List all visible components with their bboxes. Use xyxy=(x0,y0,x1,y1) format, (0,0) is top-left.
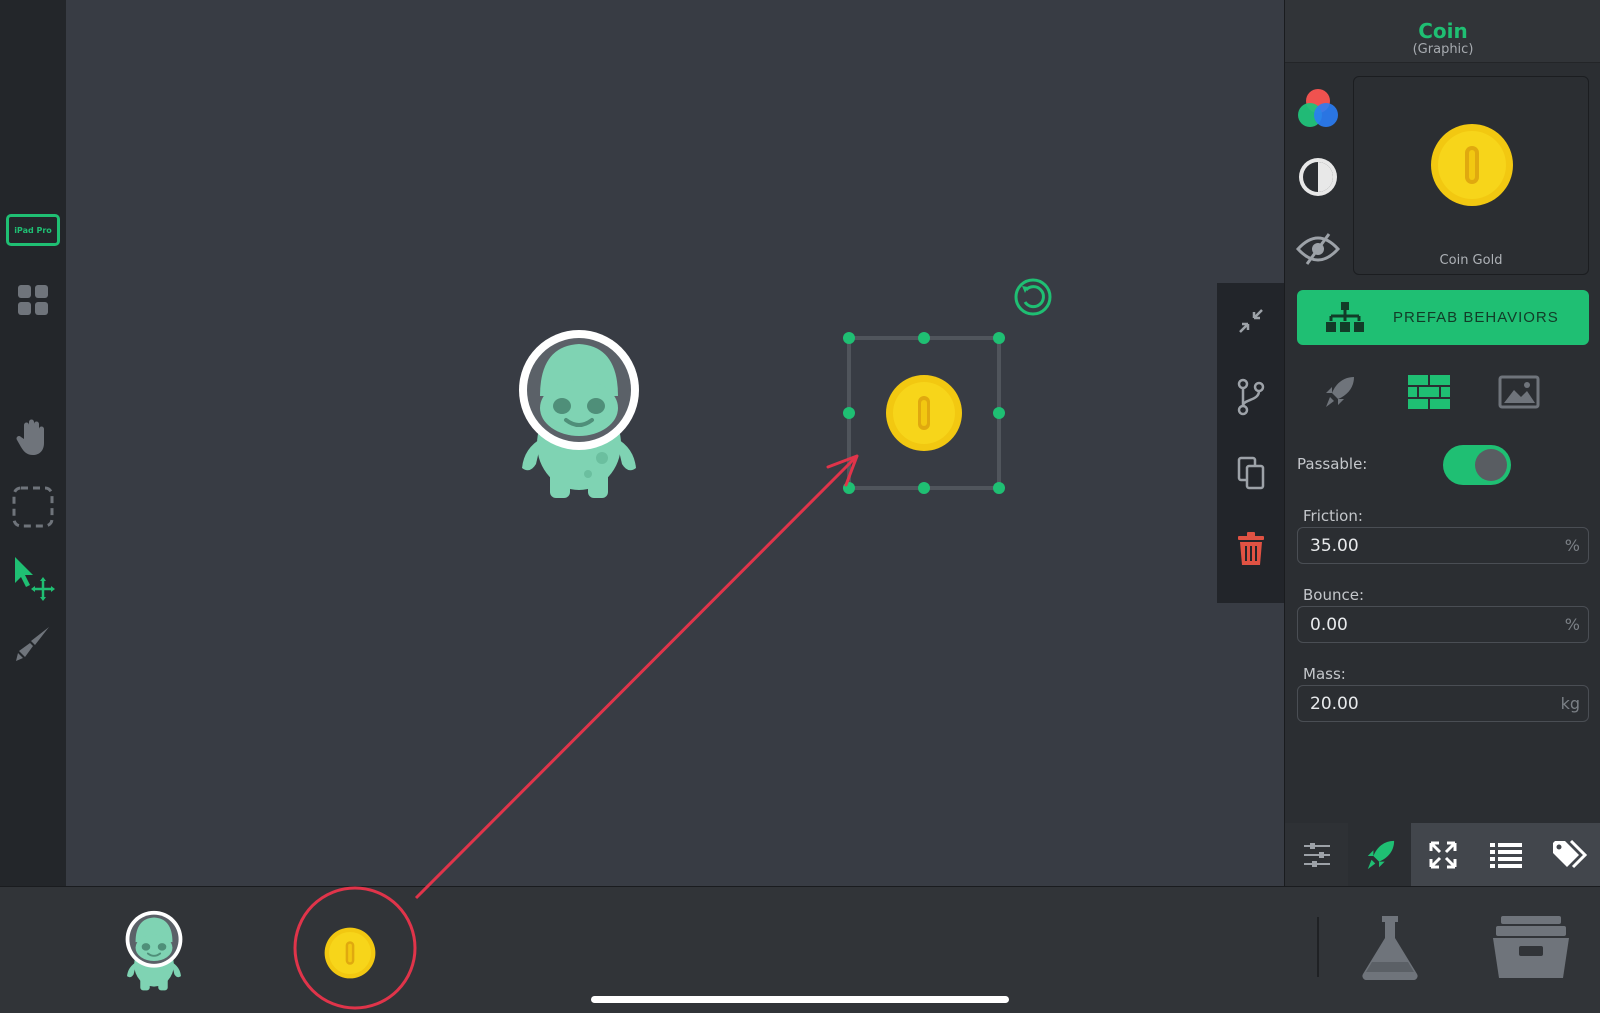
friction-field[interactable]: 35.00 % xyxy=(1297,527,1589,564)
hierarchy-icon xyxy=(1326,301,1364,332)
copy-icon[interactable] xyxy=(1217,435,1284,511)
contrast-icon[interactable] xyxy=(1293,152,1343,202)
resize-handle-bl[interactable] xyxy=(843,482,855,494)
prefab-behaviors-label: PREFAB BEHAVIORS xyxy=(1393,309,1559,326)
sliders-icon[interactable] xyxy=(1285,823,1349,886)
mass-field[interactable]: 20.00 kg xyxy=(1297,685,1589,722)
list-icon[interactable] xyxy=(1474,823,1538,886)
hand-icon[interactable] xyxy=(0,412,66,462)
resize-handle-b[interactable] xyxy=(918,482,930,494)
bounce-unit: % xyxy=(1564,615,1580,634)
resize-handle-br[interactable] xyxy=(993,482,1005,494)
graphic-name: Coin Gold xyxy=(1439,253,1503,268)
selected-coin-object[interactable] xyxy=(841,330,1007,496)
coin-library-item[interactable] xyxy=(322,925,378,981)
coin-gold-image xyxy=(1431,124,1513,206)
home-indicator xyxy=(591,996,1009,1003)
device-selector[interactable]: iPad Pro xyxy=(0,213,66,247)
toggle-knob xyxy=(1475,449,1507,481)
bounce-label: Bounce: xyxy=(1303,586,1365,604)
resize-handle-tl[interactable] xyxy=(843,332,855,344)
rocket-type-icon[interactable] xyxy=(1309,367,1369,417)
left-toolbar: iPad Pro xyxy=(0,0,66,886)
app-window: iPad Pro Coin (Graphic) Coin Gold PREFAB… xyxy=(0,0,1600,1013)
scene-canvas[interactable] xyxy=(66,0,1284,886)
resize-handle-tr[interactable] xyxy=(993,332,1005,344)
inspector-tabs xyxy=(1285,823,1600,886)
resize-handle-r[interactable] xyxy=(993,407,1005,419)
marquee-select-icon[interactable] xyxy=(0,482,66,532)
rotate-handle-icon[interactable] xyxy=(1012,276,1054,318)
paint-brush-icon[interactable] xyxy=(0,618,66,668)
mass-unit: kg xyxy=(1560,694,1580,713)
tags-icon[interactable] xyxy=(1537,823,1600,886)
fullscreen-icon[interactable] xyxy=(1411,823,1475,886)
alien-character[interactable] xyxy=(512,326,646,512)
inspector-header: Coin (Graphic) xyxy=(1285,0,1600,63)
mass-value: 20.00 xyxy=(1310,694,1359,714)
image-type-icon[interactable] xyxy=(1489,367,1549,417)
rocket-tab-icon[interactable] xyxy=(1348,823,1412,886)
graphic-preview[interactable]: Coin Gold xyxy=(1353,76,1589,275)
bounce-value: 0.00 xyxy=(1310,615,1348,635)
inspector-panel: Coin (Graphic) Coin Gold PREFAB BEHAVIOR… xyxy=(1284,0,1600,886)
flask-icon[interactable] xyxy=(1357,911,1423,983)
shrink-icon[interactable] xyxy=(1217,283,1284,359)
passable-label: Passable: xyxy=(1297,455,1368,473)
visibility-off-icon[interactable] xyxy=(1293,224,1343,274)
grid-icon[interactable] xyxy=(0,278,66,322)
branch-icon[interactable] xyxy=(1217,359,1284,435)
move-select-icon[interactable] xyxy=(0,550,66,608)
object-toolbar xyxy=(1217,283,1284,603)
device-badge: iPad Pro xyxy=(6,214,60,246)
coin-icon xyxy=(324,927,376,979)
mass-label: Mass: xyxy=(1303,665,1346,683)
library-divider xyxy=(1317,917,1319,977)
bounce-field[interactable]: 0.00 % xyxy=(1297,606,1589,643)
friction-value: 35.00 xyxy=(1310,536,1359,556)
alien-library-item[interactable] xyxy=(118,907,190,999)
trash-icon[interactable] xyxy=(1217,511,1284,587)
library-bar xyxy=(0,886,1600,1013)
archive-box-icon[interactable] xyxy=(1490,911,1572,983)
resize-handle-l[interactable] xyxy=(843,407,855,419)
color-icon[interactable] xyxy=(1293,84,1343,134)
object-type: (Graphic) xyxy=(1412,42,1474,57)
friction-label: Friction: xyxy=(1303,507,1363,525)
prefab-behaviors-button[interactable]: PREFAB BEHAVIORS xyxy=(1297,290,1589,345)
bricks-type-icon[interactable] xyxy=(1399,367,1459,417)
resize-handle-t[interactable] xyxy=(918,332,930,344)
object-title: Coin xyxy=(1418,19,1468,43)
passable-toggle[interactable] xyxy=(1443,445,1511,485)
friction-unit: % xyxy=(1564,536,1580,555)
alien-icon xyxy=(125,910,183,991)
